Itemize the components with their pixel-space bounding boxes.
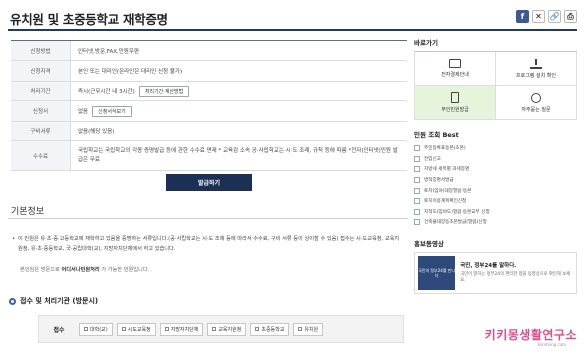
- process-item[interactable]: 교육지원청: [207, 322, 247, 336]
- info-value: 본인 또는 대리인(온라인은 대리인 신청 불가): [78, 69, 183, 75]
- quick-link-kiosk[interactable]: 무인민원발급: [415, 86, 496, 120]
- checkbox-icon: [84, 327, 88, 331]
- promo-title: 홍보동영상: [414, 239, 444, 248]
- download-icon: [530, 58, 542, 69]
- info-value: 없음: [78, 109, 89, 115]
- best-item[interactable]: 지적도(임야도)열람·등본교부 신청: [414, 207, 577, 218]
- best-item[interactable]: 지방세 세목별 과세증명: [414, 164, 577, 175]
- best-list: 주민등록표등본(초본) 전입신고 지방세 세목별 과세증명 병적증명서발급 토지…: [414, 143, 577, 228]
- kiosk-icon: [451, 92, 459, 103]
- info-value: 즉시(근무시간 내 3시간): [78, 89, 135, 95]
- process-item-label: 초중등학교: [261, 326, 285, 333]
- best-item[interactable]: 전입신고: [414, 154, 577, 165]
- checkbox-icon: [121, 327, 126, 331]
- info-row: 신청서 없음 신청서식보기: [11, 101, 407, 122]
- process-item[interactable]: 대학(교): [79, 322, 113, 336]
- process-items: 대학(교) 시도교육청 지방자치단체 교육지원청 초중등학교 유치원: [79, 322, 324, 336]
- quick-title: 바로가기: [414, 39, 438, 47]
- link-icon[interactable]: 🔗: [548, 10, 561, 23]
- share-toolbar: f ✕ 🔗 ⎙: [516, 10, 577, 23]
- info-label: 처리기간: [11, 82, 71, 100]
- info-value: 인터넷,방문,FAX,민원우편: [78, 48, 139, 55]
- process-item-label: 교육지원청: [218, 326, 242, 333]
- bullet-icon: •: [12, 236, 16, 242]
- video-thumbnail[interactable]: 국민의 정부24를 만나다: [418, 255, 456, 290]
- best-item[interactable]: 건축물대장등초본발급(열람)신청: [414, 217, 577, 228]
- quick-link-label: 자주묻는 질문: [521, 106, 551, 113]
- promo-section: 홍보동영상 국민의 정부24를 만나다 국민, 정부24를 말하다. 국민이 말…: [414, 238, 577, 294]
- info-label: 신청방법: [11, 41, 71, 60]
- process-item[interactable]: 초중등학교: [250, 322, 290, 336]
- info-value-wrap: 즉시(근무시간 내 3시간) 처리기간 계산방법: [71, 82, 407, 100]
- process-item-label: 시도교육청: [127, 326, 151, 333]
- info-label: 신청서: [11, 101, 71, 121]
- quick-link-label: 전자결제안내: [441, 72, 469, 78]
- note-bold: 어디서나민원처리: [61, 267, 100, 273]
- best-item[interactable]: 병적증명서발급: [414, 175, 577, 186]
- info-row: 처리기간 즉시(근무시간 내 3시간) 처리기간 계산방법: [11, 82, 407, 101]
- process-item[interactable]: 지방자치단체: [159, 322, 204, 336]
- info-row: 신청방법 인터넷,방문,FAX,민원우편: [11, 41, 407, 61]
- process-item-label: 유치원: [304, 326, 319, 333]
- watermark-sub: kikimong.com: [537, 342, 566, 347]
- best-item[interactable]: 주민등록표등본(초본): [414, 143, 577, 154]
- quick-link-faq[interactable]: 자주묻는 질문: [496, 86, 577, 120]
- best-title: 민원 조회 Best: [414, 131, 459, 139]
- page-title: 유치원 및 초중등학교 재학증명: [10, 12, 168, 27]
- checkbox-icon: [212, 327, 217, 331]
- info-row: 수수료 국립학교는 국립학교의 각종 증명발급 등에 관한 수수료 면제 * 교…: [11, 141, 407, 171]
- process-title: 접수 및 처리기관 (방문시): [20, 297, 99, 305]
- info-table: 신청방법 인터넷,방문,FAX,민원우편 신청자격 본인 또는 대리인(온라인은…: [11, 40, 407, 171]
- best-item[interactable]: 토지(임야)대장열람·등본: [414, 185, 577, 196]
- process-label: 접수: [53, 326, 65, 334]
- note-prefix: 본인임은 방문으로: [20, 267, 60, 273]
- best-item[interactable]: 토지이용계획확인신청: [414, 196, 577, 207]
- info-label: 신청자격: [11, 61, 71, 81]
- quick-link-label: 프로그램 설치 확인: [516, 72, 556, 79]
- title-divider: [8, 29, 577, 31]
- x-icon[interactable]: ✕: [532, 10, 545, 23]
- process-heading: 접수 및 처리기관 (방문시): [9, 296, 98, 306]
- payment-icon: [449, 59, 461, 68]
- promo-video[interactable]: 국민의 정부24를 만나다 국민, 정부24를 말하다. 국민이 말하는 정부2…: [414, 251, 577, 294]
- checkbox-icon: [164, 327, 169, 331]
- promo-text: 국민, 정부24를 말하다. 국민이 말하는 정부24의 편리한 점을 동영상으…: [460, 261, 573, 284]
- basic-description: 이 민원은 유·초·중·고등학교에 재학하고 있음을 증명하는 서류입니다.(공…: [18, 236, 400, 252]
- promo-desc: 국민이 말하는 정부24의 편리한 점을 동영상으로 확인해 보세요.: [460, 272, 571, 284]
- info-value: 국립학교는 국립학교의 각종 증명발급 등에 관한 수수료 면제 * 교육감 소…: [78, 147, 398, 163]
- info-label: 구비서류: [11, 122, 71, 140]
- note-suffix: 가 가능한 민원입니다.: [101, 267, 150, 273]
- watermark: 키키몽생활연구소: [484, 328, 577, 342]
- sidebar: 바로가기 전자결제안내 프로그램 설치 확인 무인민원발급 자주묻는 질문 민원…: [414, 37, 577, 294]
- quick-link-payment[interactable]: 전자결제안내: [415, 52, 496, 86]
- issue-button[interactable]: 발급하기: [166, 174, 252, 191]
- quick-link-program[interactable]: 프로그램 설치 확인: [496, 52, 577, 86]
- circle-bullet-icon: [9, 297, 16, 305]
- promo-heading: 국민, 정부24를 말하다.: [460, 263, 517, 270]
- print-icon[interactable]: ⎙: [564, 10, 577, 23]
- view-form-button[interactable]: 신청서식보기: [92, 105, 132, 117]
- info-value-wrap: 없음 신청서식보기: [71, 101, 407, 121]
- quick-links: 전자결제안내 프로그램 설치 확인 무인민원발급 자주묻는 질문: [414, 51, 577, 120]
- info-row: 신청자격 본인 또는 대리인(온라인은 대리인 신청 불가): [11, 61, 407, 82]
- facebook-icon[interactable]: f: [516, 10, 529, 23]
- best-section: 민원 조회 Best 주민등록표등본(초본) 전입신고 지방세 세목별 과세증명…: [414, 129, 577, 228]
- info-value: 없음(해당 있음): [78, 129, 115, 135]
- basic-info-text: • 이 민원은 유·초·중·고등학교에 재학하고 있음을 증명하는 서류입니다.…: [12, 234, 402, 254]
- checkbox-icon: [255, 327, 260, 331]
- quick-link-label: 무인민원발급: [441, 107, 469, 113]
- info-row: 구비서류 없음(해당 있음): [11, 122, 407, 141]
- checkbox-icon: [298, 327, 303, 331]
- process-box: 접수 대학(교) 시도교육청 지방자치단체 교육지원청 초중등학교 유치원: [38, 315, 404, 343]
- basic-note: 본인임은 방문으로 어디서나민원처리 가 가능한 민원입니다.: [20, 266, 149, 273]
- info-label: 수수료: [11, 141, 71, 170]
- process-item[interactable]: 시도교육청: [116, 322, 156, 336]
- question-icon: [531, 92, 541, 103]
- process-item-label: 대학(교): [90, 326, 108, 333]
- basic-divider: [8, 218, 408, 219]
- processing-period-button[interactable]: 처리기간 계산방법: [138, 85, 190, 97]
- process-item[interactable]: 유치원: [293, 322, 324, 336]
- process-item-label: 지방자치단체: [170, 326, 199, 333]
- basic-info-heading: 기본정보: [11, 207, 45, 217]
